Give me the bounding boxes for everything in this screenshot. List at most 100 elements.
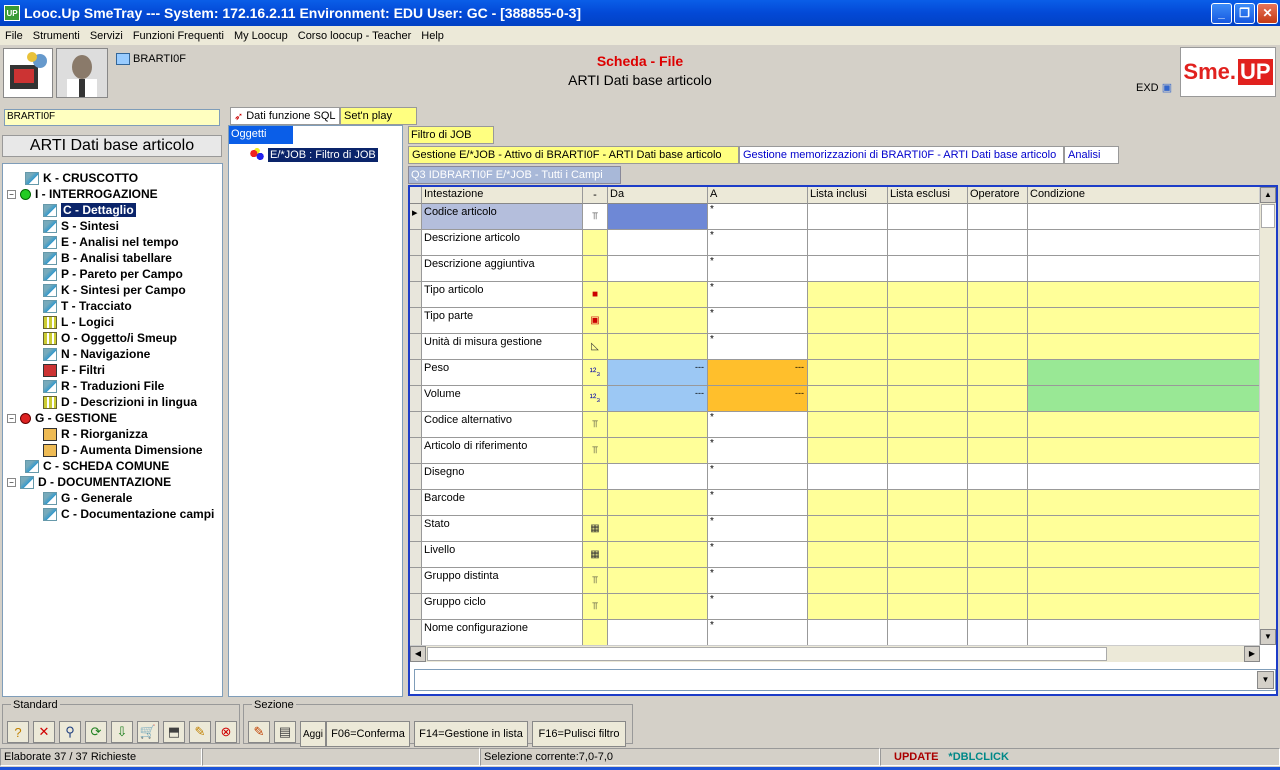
- zoom-icon[interactable]: ✎: [189, 721, 211, 743]
- cell-operatore[interactable]: [968, 386, 1028, 412]
- cell-da[interactable]: [608, 412, 708, 438]
- cell-a[interactable]: ---: [708, 360, 808, 386]
- tree-node[interactable]: F - Filtri: [3, 362, 222, 378]
- cell-da[interactable]: [608, 594, 708, 620]
- cell-operatore[interactable]: [968, 620, 1028, 645]
- menu-item-strumenti[interactable]: Strumenti: [28, 30, 85, 42]
- table-row[interactable]: Tipo parte ▣ *: [410, 308, 1260, 334]
- cell-intestazione[interactable]: Livello: [422, 542, 583, 568]
- cell-a[interactable]: *: [708, 334, 808, 360]
- cell-lista-inclusi[interactable]: [808, 594, 888, 620]
- tree-node[interactable]: B - Analisi tabellare: [3, 250, 222, 266]
- cell-a[interactable]: *: [708, 594, 808, 620]
- scroll-thumb[interactable]: [1261, 204, 1275, 228]
- tab-dati-funzione-sql[interactable]: ➶ Dati funzione SQL: [230, 107, 340, 125]
- cell-lista-esclusi[interactable]: [888, 204, 968, 230]
- cell-da[interactable]: ---: [608, 386, 708, 412]
- cell-intestazione[interactable]: Stato: [422, 516, 583, 542]
- cell-lista-inclusi[interactable]: [808, 386, 888, 412]
- cell-da[interactable]: [608, 204, 708, 230]
- table-row[interactable]: Nome configurazione *: [410, 620, 1260, 645]
- column-header[interactable]: Lista inclusi: [808, 187, 888, 204]
- cell-intestazione[interactable]: Barcode: [422, 490, 583, 516]
- table-row[interactable]: Codice alternativo ⫪ *: [410, 412, 1260, 438]
- cell-operatore[interactable]: [968, 438, 1028, 464]
- tree-node[interactable]: C - Documentazione campi: [3, 506, 222, 522]
- cell-operatore[interactable]: [968, 204, 1028, 230]
- table-row[interactable]: Descrizione aggiuntiva *: [410, 256, 1260, 282]
- cell-a[interactable]: *: [708, 490, 808, 516]
- cell-da[interactable]: [608, 620, 708, 645]
- list-icon[interactable]: ▤: [274, 721, 296, 743]
- menu-item-corso-loocup-teacher[interactable]: Corso loocup - Teacher: [293, 30, 417, 42]
- cell-lista-inclusi[interactable]: [808, 464, 888, 490]
- cell-lista-esclusi[interactable]: [888, 282, 968, 308]
- cell-da[interactable]: ---: [608, 360, 708, 386]
- cell-lista-inclusi[interactable]: [808, 438, 888, 464]
- cell-lista-esclusi[interactable]: [888, 542, 968, 568]
- cell-da[interactable]: [608, 490, 708, 516]
- cell-operatore[interactable]: [968, 256, 1028, 282]
- cell-intestazione[interactable]: Nome configurazione: [422, 620, 583, 645]
- cell-lista-inclusi[interactable]: [808, 542, 888, 568]
- grid-horizontal-scrollbar[interactable]: ◀ ▶: [410, 645, 1260, 662]
- cell-intestazione[interactable]: Tipo parte: [422, 308, 583, 334]
- cell-a[interactable]: *: [708, 542, 808, 568]
- cell-condizione[interactable]: [1028, 230, 1260, 256]
- cell-operatore[interactable]: [968, 334, 1028, 360]
- table-row[interactable]: ▸ Codice articolo ⫪ *: [410, 204, 1260, 230]
- cell-operatore[interactable]: [968, 516, 1028, 542]
- cell-condizione[interactable]: [1028, 594, 1260, 620]
- cell-lista-esclusi[interactable]: [888, 412, 968, 438]
- scroll-right-arrow-icon[interactable]: ▶: [1244, 646, 1260, 662]
- cell-intestazione[interactable]: Volume: [422, 386, 583, 412]
- column-header[interactable]: Da: [608, 187, 708, 204]
- cell-intestazione[interactable]: Tipo articolo: [422, 282, 583, 308]
- cell-a[interactable]: *: [708, 230, 808, 256]
- cell-intestazione[interactable]: Gruppo distinta: [422, 568, 583, 594]
- cell-lista-inclusi[interactable]: [808, 516, 888, 542]
- table-row[interactable]: Gruppo distinta ⫪ *: [410, 568, 1260, 594]
- tree-node[interactable]: G - Generale: [3, 490, 222, 506]
- column-header[interactable]: -: [583, 187, 608, 204]
- column-header[interactable]: Lista esclusi: [888, 187, 968, 204]
- hscroll-thumb[interactable]: [427, 647, 1107, 661]
- cell-operatore[interactable]: [968, 308, 1028, 334]
- f14-gestione-in-lista-button[interactable]: F14=Gestione in lista: [414, 721, 528, 747]
- cell-intestazione[interactable]: Codice alternativo: [422, 412, 583, 438]
- cell-lista-inclusi[interactable]: [808, 490, 888, 516]
- export-icon[interactable]: ⬒: [163, 721, 185, 743]
- cell-intestazione[interactable]: Codice articolo: [422, 204, 583, 230]
- tree-node[interactable]: R - Riorganizza: [3, 426, 222, 442]
- cell-operatore[interactable]: [968, 282, 1028, 308]
- cell-intestazione[interactable]: Descrizione articolo: [422, 230, 583, 256]
- cell-intestazione[interactable]: Gruppo ciclo: [422, 594, 583, 620]
- dropdown-arrow-icon[interactable]: ▼: [1257, 671, 1274, 689]
- cell-lista-esclusi[interactable]: [888, 438, 968, 464]
- cell-a[interactable]: *: [708, 568, 808, 594]
- cell-lista-esclusi[interactable]: [888, 620, 968, 645]
- edit-icon[interactable]: ✎: [248, 721, 270, 743]
- cell-a[interactable]: *: [708, 620, 808, 645]
- tab-gestione-attivo[interactable]: Gestione E/*JOB - Attivo di BRARTI0F - A…: [408, 146, 739, 164]
- cell-operatore[interactable]: [968, 594, 1028, 620]
- cell-operatore[interactable]: [968, 490, 1028, 516]
- cell-condizione[interactable]: [1028, 334, 1260, 360]
- menu-item-my-loocup[interactable]: My Loocup: [229, 30, 293, 42]
- cell-da[interactable]: [608, 230, 708, 256]
- cell-operatore[interactable]: [968, 568, 1028, 594]
- cell-condizione[interactable]: [1028, 464, 1260, 490]
- table-row[interactable]: Barcode *: [410, 490, 1260, 516]
- scroll-left-arrow-icon[interactable]: ◀: [410, 646, 426, 662]
- column-header[interactable]: Operatore: [968, 187, 1028, 204]
- cell-operatore[interactable]: [968, 412, 1028, 438]
- menu-item-funzioni-frequenti[interactable]: Funzioni Frequenti: [128, 30, 229, 42]
- refresh-icon[interactable]: ⟳: [85, 721, 107, 743]
- table-row[interactable]: Volume ¹²₃ --- ---: [410, 386, 1260, 412]
- cell-a[interactable]: *: [708, 516, 808, 542]
- tree-node[interactable]: E - Analisi nel tempo: [3, 234, 222, 250]
- menu-item-file[interactable]: File: [0, 30, 28, 42]
- column-header[interactable]: Intestazione: [422, 187, 583, 204]
- cell-operatore[interactable]: [968, 542, 1028, 568]
- cell-lista-esclusi[interactable]: [888, 386, 968, 412]
